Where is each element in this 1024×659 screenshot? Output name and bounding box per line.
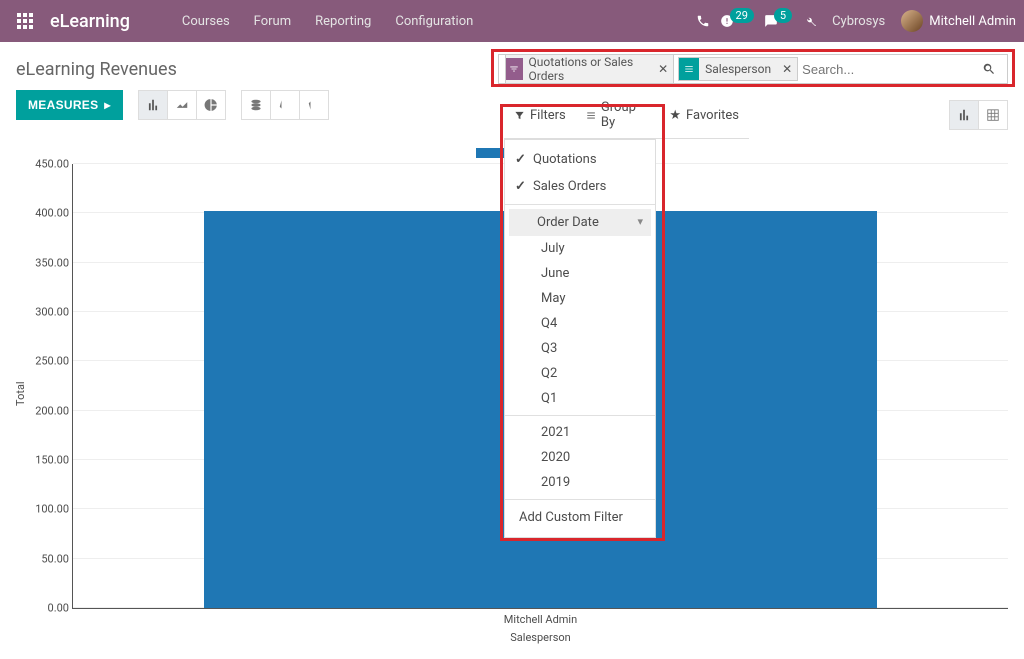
groupby-icon [679, 58, 699, 80]
page-title: eLearning Revenues [16, 59, 177, 80]
funnel-icon [514, 110, 525, 121]
nav-reporting[interactable]: Reporting [303, 0, 383, 42]
y-tick-label: 450.00 [25, 158, 69, 171]
filter-order-date[interactable]: Order Date [509, 209, 651, 236]
y-tick-label: 300.00 [25, 306, 69, 319]
apps-icon[interactable] [8, 4, 42, 38]
separator [505, 204, 655, 205]
x-axis-label: Salesperson [510, 631, 570, 644]
measures-button[interactable]: MEASURES ▸ [16, 90, 123, 120]
caret-right-icon: ▸ [104, 98, 110, 112]
tab-filters[interactable]: Filters [504, 92, 576, 138]
y-tick-label: 200.00 [25, 404, 69, 417]
facet-groupby[interactable]: Salesperson ✕ [678, 57, 798, 81]
phone-icon[interactable] [696, 14, 710, 28]
search-panel: Filters Group By ★ Favorites Quotations … [504, 92, 749, 538]
star-icon: ★ [669, 108, 681, 123]
filter-july[interactable]: July [505, 236, 655, 261]
search-input[interactable] [802, 62, 978, 77]
nav-configuration[interactable]: Configuration [383, 0, 485, 42]
separator [505, 415, 655, 416]
apps-grid-icon [17, 13, 33, 29]
filter-2019[interactable]: 2019 [505, 470, 655, 495]
view-switcher [950, 100, 1008, 130]
tab-filters-label: Filters [530, 108, 566, 123]
tools-icon[interactable] [802, 14, 816, 28]
separator [505, 499, 655, 500]
filter-q3[interactable]: Q3 [505, 336, 655, 361]
y-tick-label: 100.00 [25, 503, 69, 516]
filter-q4[interactable]: Q4 [505, 311, 655, 336]
y-tick-label: 400.00 [25, 207, 69, 220]
search-icon[interactable] [982, 62, 1001, 76]
filter-may[interactable]: May [505, 286, 655, 311]
facet-label: Quotations or Sales Orders [523, 55, 654, 83]
tab-favorites-label: Favorites [686, 108, 739, 123]
filter-icon [506, 58, 523, 80]
y-tick-label: 250.00 [25, 355, 69, 368]
bar-chart-icon[interactable] [138, 90, 168, 120]
chart-type-group [139, 90, 226, 120]
y-tick-label: 50.00 [25, 552, 69, 565]
facet-filter[interactable]: Quotations or Sales Orders ✕ [505, 54, 674, 84]
facet-remove-icon[interactable]: ✕ [653, 62, 673, 76]
graph-view-icon[interactable] [949, 100, 979, 130]
tab-favorites[interactable]: ★ Favorites [659, 92, 749, 138]
measures-label: MEASURES [28, 98, 98, 112]
filter-2020[interactable]: 2020 [505, 445, 655, 470]
search-wrap: Quotations or Sales Orders ✕ Salesperson… [498, 54, 1008, 84]
pie-chart-icon[interactable] [196, 90, 226, 120]
company-name[interactable]: Cybrosys [826, 0, 891, 42]
topbar-right: 29 5 Cybrosys Mitchell Admin [696, 0, 1016, 42]
tab-groupby[interactable]: Group By [576, 92, 660, 138]
filter-q1[interactable]: Q1 [505, 386, 655, 411]
discuss-badge: 5 [774, 8, 792, 23]
tab-groupby-label: Group By [601, 100, 649, 130]
nav-forum[interactable]: Forum [242, 0, 303, 42]
sort-group [242, 90, 329, 120]
filter-quotations[interactable]: Quotations [505, 146, 655, 173]
y-tick-label: 350.00 [25, 256, 69, 269]
filter-2021[interactable]: 2021 [505, 420, 655, 445]
sort-asc-icon[interactable] [299, 90, 329, 120]
nav-courses[interactable]: Courses [170, 0, 242, 42]
add-custom-filter[interactable]: Add Custom Filter [505, 504, 655, 531]
control-bar: eLearning Revenues Quotations or Sales O… [0, 42, 1024, 82]
line-chart-icon[interactable] [167, 90, 197, 120]
y-tick-label: 150.00 [25, 454, 69, 467]
x-tick-label: Mitchell Admin [504, 613, 577, 626]
top-navbar: eLearning Courses Forum Reporting Config… [0, 0, 1024, 42]
activities-icon[interactable]: 29 [720, 14, 754, 29]
filters-dropdown: Quotations Sales Orders Order Date July … [504, 139, 656, 538]
search-box[interactable]: Quotations or Sales Orders ✕ Salesperson… [498, 54, 1008, 84]
user-name: Mitchell Admin [929, 14, 1016, 29]
pivot-view-icon[interactable] [978, 100, 1008, 130]
facet-remove-icon[interactable]: ✕ [777, 62, 797, 76]
discuss-icon[interactable]: 5 [764, 14, 792, 29]
filter-sales-orders[interactable]: Sales Orders [505, 173, 655, 200]
avatar [901, 10, 923, 32]
y-tick-label: 0.00 [25, 602, 69, 615]
filter-q2[interactable]: Q2 [505, 361, 655, 386]
list-icon [586, 110, 596, 121]
brand-title[interactable]: eLearning [50, 11, 130, 32]
y-axis-label: Total [14, 381, 27, 406]
sort-desc-icon[interactable] [270, 90, 300, 120]
filter-june[interactable]: June [505, 261, 655, 286]
stacked-icon[interactable] [241, 90, 271, 120]
activities-badge: 29 [730, 8, 754, 23]
facet-label: Salesperson [699, 62, 777, 76]
panel-tabs: Filters Group By ★ Favorites [504, 92, 749, 139]
user-menu[interactable]: Mitchell Admin [901, 10, 1016, 32]
